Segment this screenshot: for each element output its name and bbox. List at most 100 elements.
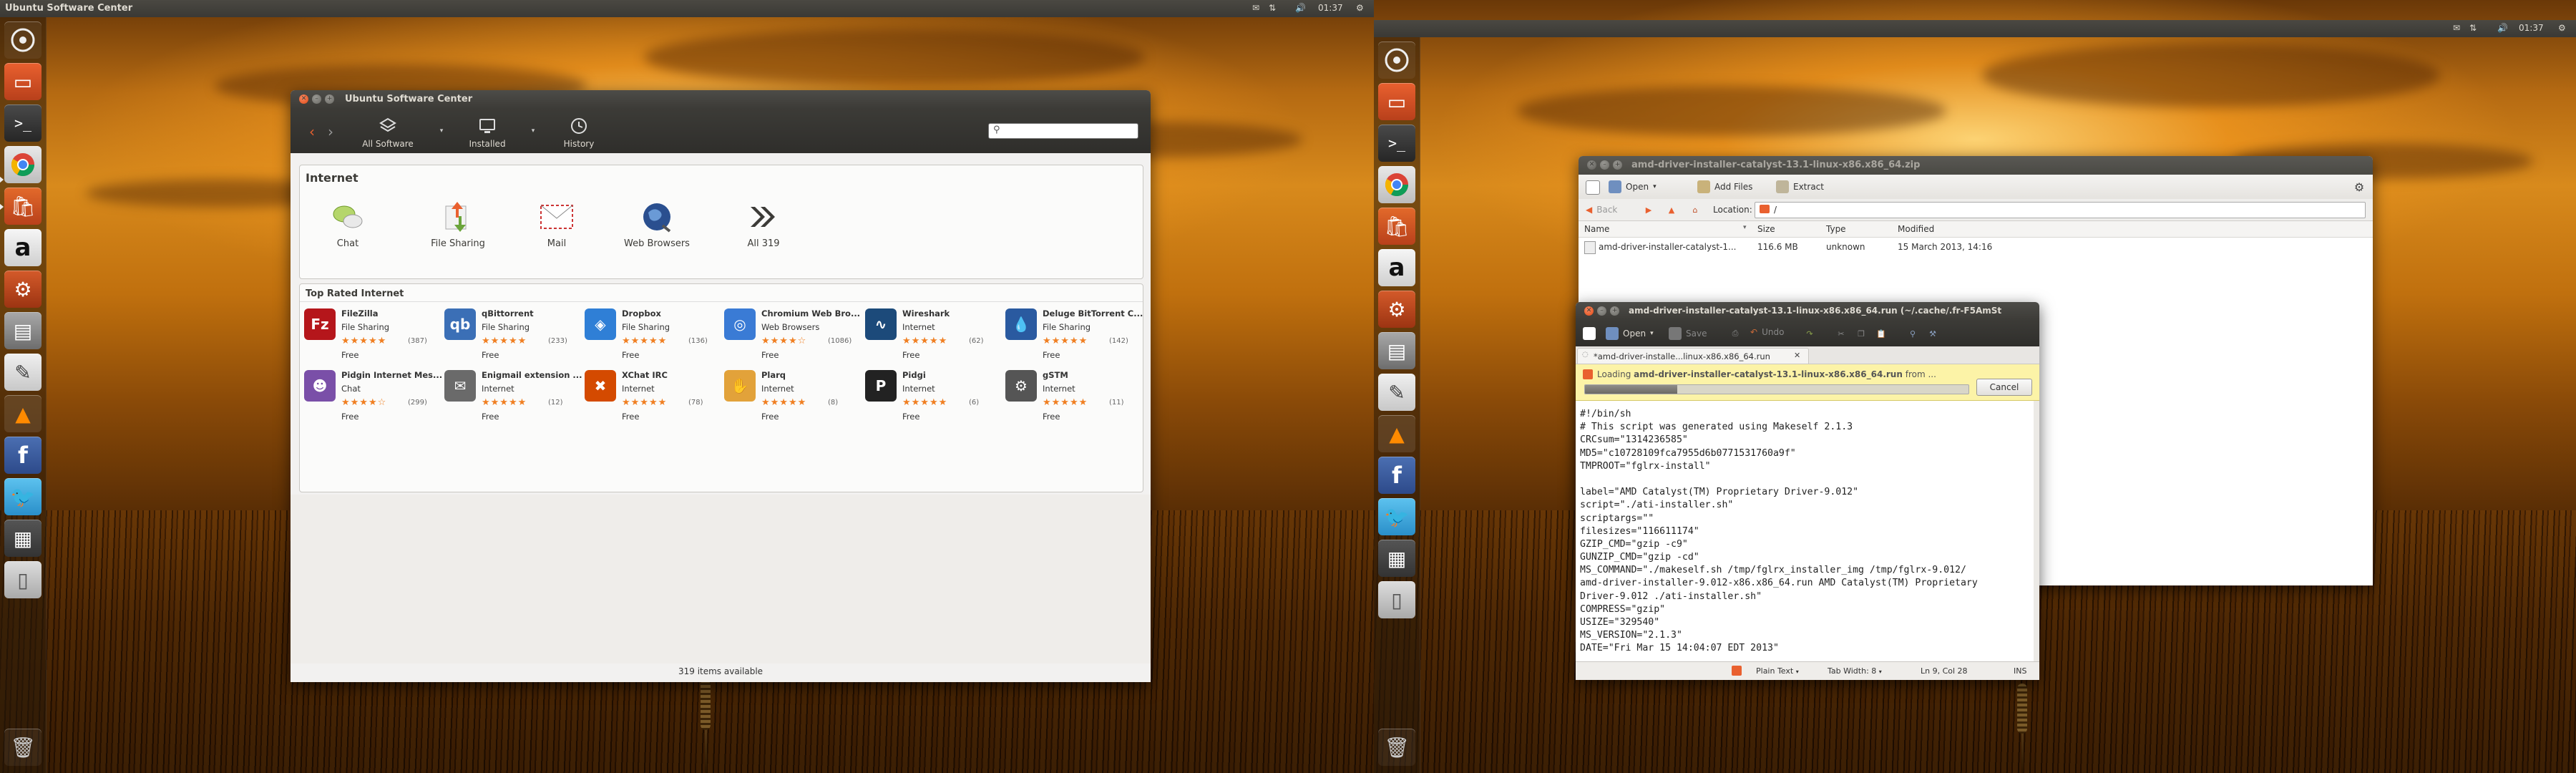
all-software-dropdown-icon[interactable]: ▾ — [438, 126, 445, 136]
app-tile[interactable]: ✋ Plarq Internet ★★★★★ (8) Free — [724, 370, 864, 429]
app-tile[interactable]: qb qBittorrent File Sharing ★★★★★ (233) Free — [444, 308, 584, 367]
vertical-scrollbar[interactable] — [2034, 401, 2039, 661]
location-field[interactable]: / — [1755, 202, 2366, 218]
minimize-button[interactable]: – — [312, 94, 321, 104]
app-tile[interactable]: ⚙ gSTM Internet ★★★★★ (11) Free — [1005, 370, 1145, 429]
settings-gear-icon[interactable]: ⚙ — [2353, 180, 2366, 194]
files-icon[interactable]: ▭ — [4, 63, 42, 100]
minimize-button[interactable]: – — [1600, 160, 1609, 170]
disks-icon[interactable]: ▤ — [4, 312, 42, 349]
find-replace-icon[interactable]: ⚒ — [1926, 327, 1939, 340]
software-center-icon[interactable]: 🛍 — [4, 188, 42, 225]
close-button[interactable]: ✕ — [1584, 306, 1594, 316]
app-tile[interactable]: ☻ Pidgin Internet Mes... Chat ★★★★☆ (299) Fre… — [304, 370, 444, 429]
amazon-icon[interactable]: a — [1378, 249, 1415, 286]
installed-dropdown-icon[interactable]: ▾ — [530, 126, 537, 136]
extract-button[interactable]: Extract — [1776, 180, 1824, 193]
workspace-switcher-icon[interactable]: ▦ — [4, 520, 42, 557]
text-view[interactable]: #!/bin/sh # This script was generated usi… — [1576, 401, 2039, 661]
print-icon[interactable]: ⎙ — [1729, 327, 1742, 340]
session-gear-icon[interactable]: ⚙ — [1356, 3, 1364, 13]
removable-drive-icon[interactable]: ▯ — [4, 561, 42, 598]
forward-arrow-icon[interactable]: ▶ — [1643, 204, 1654, 215]
search-field[interactable]: ⚲ — [988, 123, 1138, 139]
trash-icon[interactable]: 🗑 — [1378, 729, 1415, 766]
app-tile[interactable]: ✖ XChat IRC Internet ★★★★★ (78) Free — [585, 370, 724, 429]
home-icon[interactable]: ⌂ — [1689, 203, 1702, 216]
forward-button[interactable]: › — [322, 123, 339, 140]
app-tile[interactable]: ◎ Chromium Web Bro... Web Browsers ★★★★☆ (10… — [724, 308, 864, 367]
maximize-button[interactable]: + — [325, 94, 334, 104]
system-settings-icon[interactable]: ⚙ — [1378, 291, 1415, 328]
amazon-icon[interactable]: a — [4, 229, 42, 266]
app-tile[interactable]: Fz FileZilla File Sharing ★★★★★ (387) Free — [304, 308, 444, 367]
terminal-icon[interactable]: >_ — [4, 104, 42, 142]
category-web-browsers[interactable]: Web Browsers — [618, 200, 696, 249]
category-file-sharing[interactable]: File Sharing — [419, 200, 497, 249]
network-indicator-icon[interactable]: ⇅ — [1269, 3, 1276, 13]
add-files-button[interactable]: Add Files — [1697, 180, 1752, 193]
window-titlebar[interactable]: ✕ – + amd-driver-installer-catalyst-13.1… — [1579, 156, 2373, 175]
disks-icon[interactable]: ▤ — [1378, 332, 1415, 369]
category-mail[interactable]: Mail — [517, 200, 596, 249]
new-archive-button[interactable] — [1586, 180, 1600, 195]
dash-home-icon[interactable] — [1378, 42, 1415, 79]
facebook-icon[interactable]: f — [1378, 457, 1415, 494]
file-row[interactable]: amd-driver-installer-catalyst-1... 116.6 … — [1579, 239, 2373, 255]
modified-column-header[interactable]: Modified — [1898, 224, 1934, 234]
network-indicator-icon[interactable]: ⇅ — [2469, 23, 2477, 33]
find-icon[interactable]: ⚲ — [1906, 327, 1919, 340]
undo-button[interactable]: ↶ Undo — [1750, 327, 1784, 337]
twitter-icon[interactable]: 🐦 — [1378, 498, 1415, 535]
category-all[interactable]: All 319 — [724, 200, 803, 249]
tab-close-icon[interactable]: ✕ — [1794, 351, 1800, 360]
back-button[interactable]: ‹ — [303, 123, 321, 140]
session-gear-icon[interactable]: ⚙ — [2558, 23, 2566, 33]
app-tile[interactable]: ✉ Enigmail extension ... Internet ★★★★★ (12)… — [444, 370, 584, 429]
close-button[interactable]: ✕ — [1587, 160, 1596, 170]
software-center-icon[interactable]: 🛍 — [1378, 208, 1415, 245]
search-input[interactable] — [1005, 125, 1136, 137]
app-tile[interactable]: ◈ Dropbox File Sharing ★★★★★ (136) Free — [585, 308, 724, 367]
open-button[interactable]: Open ▾ — [1606, 327, 1654, 340]
terminal-icon[interactable]: >_ — [1378, 125, 1415, 162]
up-arrow-icon[interactable]: ▲ — [1666, 204, 1677, 215]
redo-icon[interactable]: ↷ — [1803, 327, 1816, 340]
app-tile[interactable]: P Pidgi Internet ★★★★★ (6) Free — [865, 370, 1005, 429]
installed-tab[interactable]: Installed — [464, 116, 511, 149]
open-button[interactable]: Open ▾ — [1609, 180, 1657, 193]
vlc-icon[interactable]: ▲ — [1378, 415, 1415, 452]
category-chat[interactable]: Chat — [308, 200, 387, 249]
chrome-icon[interactable] — [4, 146, 42, 183]
facebook-icon[interactable]: f — [4, 437, 42, 474]
app-tile[interactable]: 💧 Deluge BitTorrent C... File Sharing ★★★★★… — [1005, 308, 1145, 367]
twitter-icon[interactable]: 🐦 — [4, 478, 42, 515]
workspace-switcher-icon[interactable]: ▦ — [1378, 540, 1415, 577]
mail-indicator-icon[interactable]: ✉ — [2453, 23, 2460, 33]
text-editor-icon[interactable]: ✎ — [1378, 374, 1415, 411]
size-column-header[interactable]: Size — [1757, 224, 1775, 234]
mail-indicator-icon[interactable]: ✉ — [1252, 3, 1259, 13]
removable-drive-icon[interactable]: ▯ — [1378, 581, 1415, 618]
new-document-button[interactable] — [1583, 327, 1596, 340]
tab-width-selector[interactable]: Tab Width: 8 ▾ — [1828, 666, 1882, 676]
chrome-icon[interactable] — [1378, 166, 1415, 203]
paste-icon[interactable]: 📋 — [1875, 327, 1888, 340]
text-editor-icon[interactable]: ✎ — [4, 354, 42, 391]
all-software-tab[interactable]: All Software — [362, 116, 414, 149]
copy-icon[interactable]: ❐ — [1855, 327, 1868, 340]
close-button[interactable]: ✕ — [299, 94, 308, 104]
maximize-button[interactable]: + — [1613, 160, 1622, 170]
history-tab[interactable]: History — [557, 116, 601, 149]
back-button[interactable]: ◀ Back — [1586, 205, 1617, 215]
window-titlebar[interactable]: ✕ – + amd-driver-installer-catalyst-13.1… — [1576, 302, 2039, 321]
clock[interactable]: 01:37 — [1318, 3, 1343, 13]
maximize-button[interactable]: + — [1610, 306, 1619, 316]
window-titlebar[interactable]: ✕ – + Ubuntu Software Center — [291, 90, 1151, 109]
type-column-header[interactable]: Type — [1826, 224, 1846, 234]
volume-indicator-icon[interactable]: 🔊 — [2497, 23, 2508, 33]
dash-home-icon[interactable] — [4, 21, 42, 59]
save-button[interactable]: Save — [1669, 327, 1707, 340]
cancel-button[interactable]: Cancel — [1976, 379, 2032, 396]
clock[interactable]: 01:37 — [2519, 23, 2544, 33]
